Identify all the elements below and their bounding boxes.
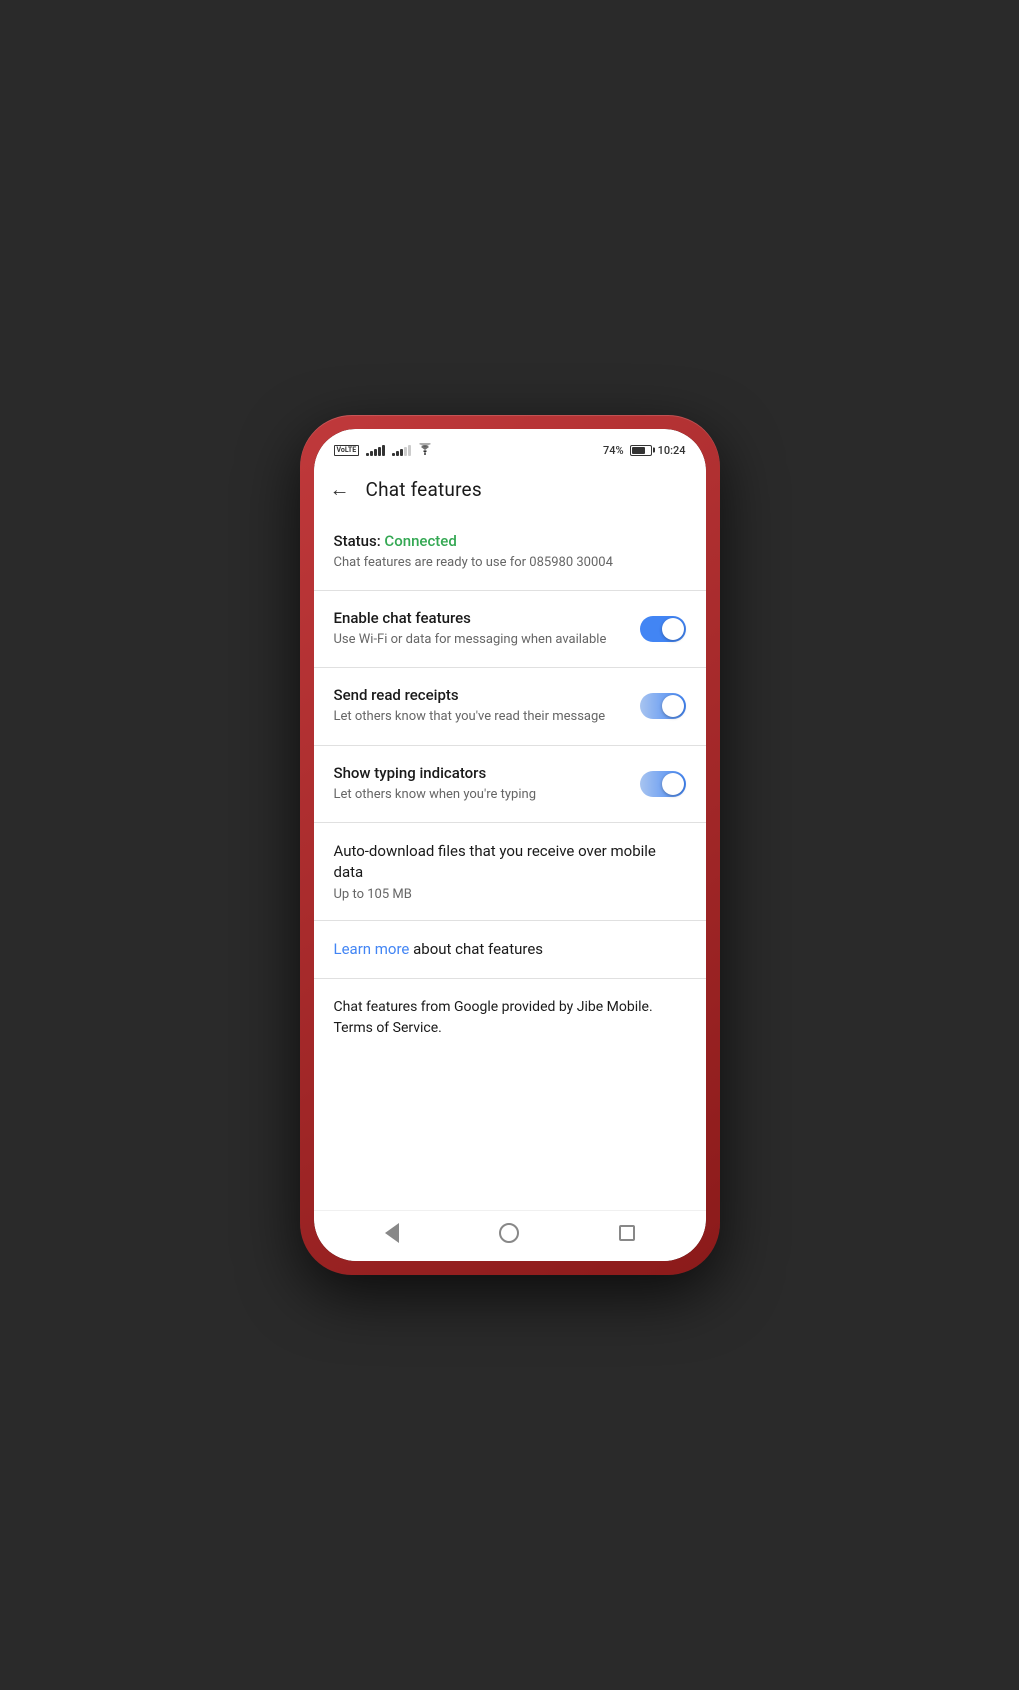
home-nav-button[interactable] [497, 1221, 521, 1245]
content-area: Status: Connected Chat features are read… [314, 514, 706, 1210]
typing-indicators-text: Show typing indicators Let others know w… [334, 764, 640, 804]
recent-nav-button[interactable] [615, 1221, 639, 1245]
typing-indicators-title: Show typing indicators [334, 764, 624, 782]
app-bar: ← Chat features [314, 465, 706, 514]
signal-group-1 [363, 445, 385, 456]
signal-bar [366, 453, 369, 456]
read-receipts-section: Send read receipts Let others know that … [314, 668, 706, 745]
signal-bars-1 [366, 445, 385, 456]
page-title: Chat features [366, 478, 482, 501]
status-description: Chat features are ready to use for 08598… [334, 554, 686, 572]
nav-bar [314, 1210, 706, 1261]
battery-percent: 74% [603, 444, 624, 457]
enable-chat-section: Enable chat features Use Wi-Fi or data f… [314, 591, 706, 668]
toggle-knob [662, 695, 684, 717]
read-receipts-desc: Let others know that you've read their m… [334, 708, 624, 726]
auto-download-title: Auto-download files that you receive ove… [334, 841, 686, 883]
screen-content: VoLTE [314, 429, 706, 1261]
recent-nav-icon [619, 1225, 635, 1241]
signal-bar [382, 445, 385, 456]
typing-indicators-row: Show typing indicators Let others know w… [334, 764, 686, 804]
read-receipts-text: Send read receipts Let others know that … [334, 686, 640, 726]
auto-download-section[interactable]: Auto-download files that you receive ove… [314, 823, 706, 921]
status-bar: VoLTE [314, 429, 706, 465]
enable-chat-text: Enable chat features Use Wi-Fi or data f… [334, 609, 640, 649]
phone-frame: VoLTE [300, 415, 720, 1275]
signal-bar [404, 447, 407, 456]
typing-indicators-toggle[interactable] [640, 771, 686, 797]
signal-bar [370, 451, 373, 456]
read-receipts-toggle[interactable] [640, 693, 686, 719]
learn-more-rest: about chat features [409, 940, 543, 958]
phone-screen: VoLTE [314, 429, 706, 1261]
footer-section: Chat features from Google provided by Ji… [314, 979, 706, 1057]
signal-bar [408, 445, 411, 456]
toggle-knob [662, 773, 684, 795]
learn-more-text: Learn more about chat features [334, 939, 686, 960]
signal-bar [396, 451, 399, 456]
wifi-icon [417, 443, 433, 458]
signal-bars-2 [392, 445, 411, 456]
status-bar-left: VoLTE [334, 443, 434, 458]
read-receipts-row: Send read receipts Let others know that … [334, 686, 686, 726]
back-nav-button[interactable] [380, 1221, 404, 1245]
signal-bar [400, 449, 403, 456]
typing-indicators-section: Show typing indicators Let others know w… [314, 746, 706, 823]
status-section: Status: Connected Chat features are read… [314, 514, 706, 591]
enable-chat-toggle[interactable] [640, 616, 686, 642]
signal-bar [392, 453, 395, 456]
signal-bar [378, 447, 381, 456]
back-button[interactable]: ← [330, 477, 350, 502]
learn-more-section: Learn more about chat features [314, 921, 706, 979]
status-label: Status: Connected [334, 532, 686, 550]
clock: 10:24 [658, 444, 686, 457]
back-nav-icon [385, 1223, 399, 1243]
enable-chat-title: Enable chat features [334, 609, 624, 627]
status-bar-right: 74% 10:24 [603, 444, 686, 457]
signal-group-2 [389, 445, 411, 456]
footer-text: Chat features from Google provided by Ji… [334, 997, 686, 1039]
typing-indicators-desc: Let others know when you're typing [334, 786, 624, 804]
auto-download-desc: Up to 105 MB [334, 887, 686, 902]
battery-icon [630, 445, 652, 456]
learn-more-link[interactable]: Learn more [334, 940, 410, 958]
signal-bar [374, 449, 377, 456]
enable-chat-row: Enable chat features Use Wi-Fi or data f… [334, 609, 686, 649]
toggle-knob [662, 618, 684, 640]
status-connected-text: Connected [384, 532, 456, 550]
volte-icon: VoLTE [334, 445, 360, 456]
enable-chat-desc: Use Wi-Fi or data for messaging when ava… [334, 631, 624, 649]
read-receipts-title: Send read receipts [334, 686, 624, 704]
home-nav-icon [499, 1223, 519, 1243]
